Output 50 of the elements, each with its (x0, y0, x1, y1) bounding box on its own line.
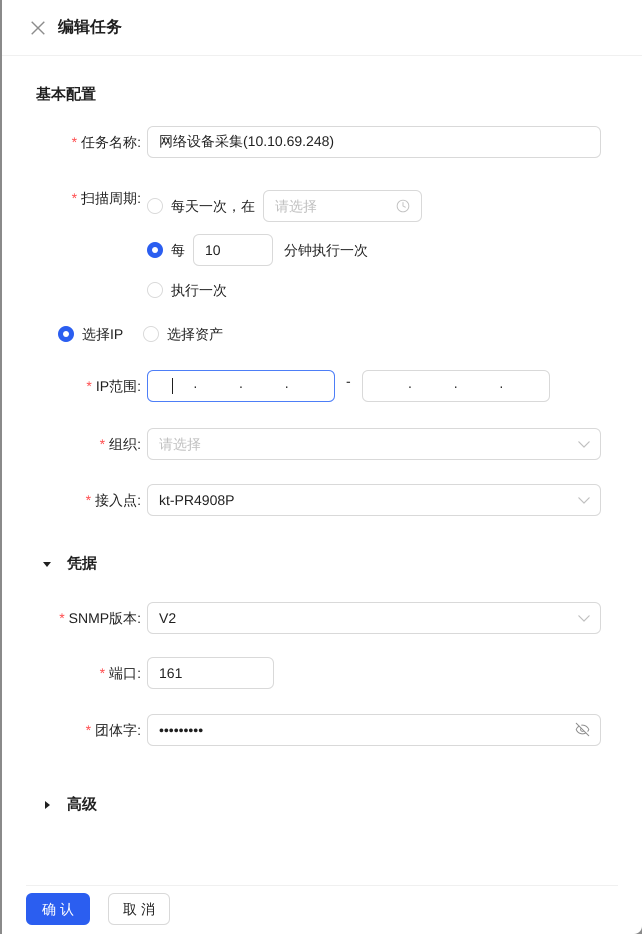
range-dash: - (346, 372, 351, 390)
chevron-down-icon (578, 497, 590, 504)
time-picker[interactable]: 请选择 (263, 190, 422, 222)
field-label: 扫描周期: (81, 188, 141, 208)
field-label: 团体字: (95, 720, 141, 740)
field-label: SNMP版本: (68, 608, 141, 628)
field-label: IP范围: (96, 376, 141, 396)
required-mark: * (72, 132, 78, 152)
access-point-select[interactable]: kt-PR4908P (147, 484, 601, 516)
field-label: 任务名称: (81, 132, 141, 152)
chevron-down-icon (578, 441, 590, 448)
required-mark: * (72, 188, 78, 208)
clock-icon (396, 199, 410, 213)
required-mark: * (86, 490, 92, 510)
required-mark: * (100, 434, 106, 454)
interval-unit-text: 分钟执行一次 (284, 240, 368, 260)
field-label: 组织: (109, 434, 141, 454)
interval-input[interactable]: 10 (193, 234, 273, 266)
close-icon[interactable] (31, 20, 45, 34)
radio-label: 执行一次 (171, 280, 227, 300)
section-title: 基本配置 (36, 85, 96, 105)
ip-address-field[interactable]: · · · (362, 370, 550, 402)
radio-button[interactable] (147, 242, 163, 258)
organization-select[interactable]: 请选择 (147, 428, 601, 460)
chevron-down-icon (578, 615, 590, 622)
password-field[interactable]: ••••••••• (147, 714, 601, 746)
field-label: 接入点: (95, 490, 141, 510)
task-name-input[interactable]: 网络设备采集(10.10.69.248) (147, 126, 601, 158)
cancel-button[interactable]: 取 消 (108, 893, 170, 925)
radio-button[interactable] (58, 326, 74, 342)
radio-button[interactable] (143, 326, 160, 342)
radio-label: 每 (171, 240, 185, 260)
snmp-version-select[interactable]: V2 (147, 602, 601, 634)
radio-label: 选择IP (82, 324, 124, 344)
required-mark: * (86, 376, 92, 396)
radio-button[interactable] (147, 198, 163, 214)
required-mark: * (59, 608, 65, 628)
section-toggle[interactable]: 高级 (43, 794, 97, 816)
field-label: 端口: (109, 664, 141, 682)
required-mark: * (100, 664, 106, 682)
section-toggle[interactable]: 凭据 (43, 553, 97, 575)
radio-button[interactable] (147, 282, 163, 298)
eye-slash-icon[interactable] (575, 722, 590, 737)
radio-label: 选择资产 (167, 324, 224, 344)
drawer-title: 编辑任务 (58, 17, 122, 38)
confirm-button[interactable]: 确 认 (26, 893, 90, 925)
required-mark: * (86, 720, 92, 740)
ip-address-field[interactable]: · · · (147, 370, 335, 402)
radio-label: 每天一次，在 (171, 196, 255, 216)
port-input[interactable]: 161 (147, 657, 274, 689)
